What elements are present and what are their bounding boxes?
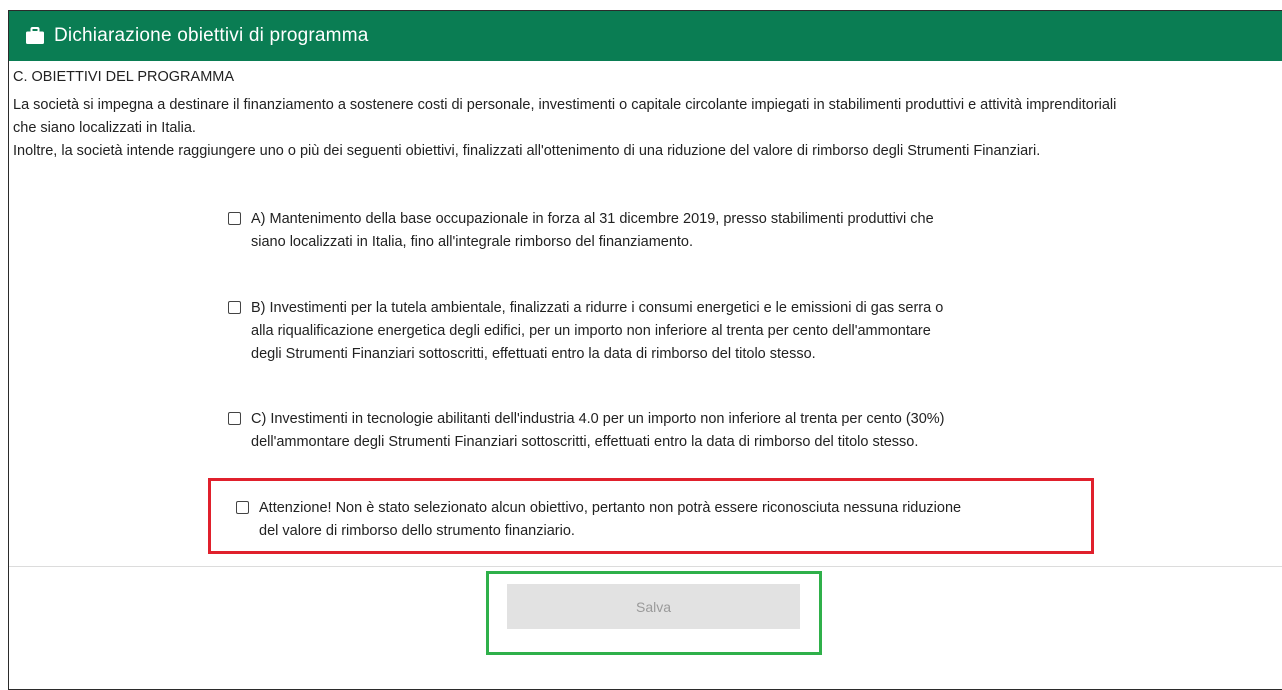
option-line: alla riqualificazione energetica degli e… — [251, 323, 931, 339]
warning-highlight-box — [208, 478, 1094, 554]
option-line: siano localizzati in Italia, fino all'in… — [251, 234, 694, 250]
dialog-title: Dichiarazione obiettivi di programma — [54, 25, 369, 46]
objective-b-checkbox[interactable] — [228, 301, 241, 314]
section-description: La società si impegna a destinare il fin… — [13, 94, 1282, 163]
objective-b-label: B) Investimenti per la tutela ambientale… — [251, 297, 943, 366]
description-line: Inoltre, la società intende raggiungere … — [13, 143, 1041, 159]
save-button[interactable]: Salva — [507, 584, 800, 629]
footer-divider — [9, 566, 1282, 567]
option-line: B) Investimenti per la tutela ambientale… — [251, 300, 944, 316]
option-line: A) Mantenimento della base occupazionale… — [251, 211, 934, 227]
option-line: C) Investimenti in tecnologie abilitanti… — [251, 411, 945, 427]
briefcase-icon — [24, 26, 46, 46]
description-line: La società si impegna a destinare il fin… — [13, 97, 1117, 113]
objective-option-c[interactable]: C) Investimenti in tecnologie abilitanti… — [228, 408, 1048, 454]
option-line: degli Strumenti Finanziari sottoscritti,… — [251, 346, 816, 362]
objective-option-a[interactable]: A) Mantenimento della base occupazionale… — [228, 208, 1048, 254]
objective-c-checkbox[interactable] — [228, 412, 241, 425]
program-objectives-section: C. OBIETTIVI DEL PROGRAMMA La società si… — [13, 66, 1282, 163]
objective-c-label: C) Investimenti in tecnologie abilitanti… — [251, 408, 945, 454]
section-title: C. OBIETTIVI DEL PROGRAMMA — [13, 69, 235, 85]
objective-a-checkbox[interactable] — [228, 212, 241, 225]
dialog-header: Dichiarazione obiettivi di programma — [9, 11, 1282, 61]
description-line: che siano localizzati in Italia. — [13, 120, 196, 136]
option-line: dell'ammontare degli Strumenti Finanziar… — [251, 434, 919, 450]
objective-option-b[interactable]: B) Investimenti per la tutela ambientale… — [228, 297, 1048, 366]
objective-a-label: A) Mantenimento della base occupazionale… — [251, 208, 934, 254]
